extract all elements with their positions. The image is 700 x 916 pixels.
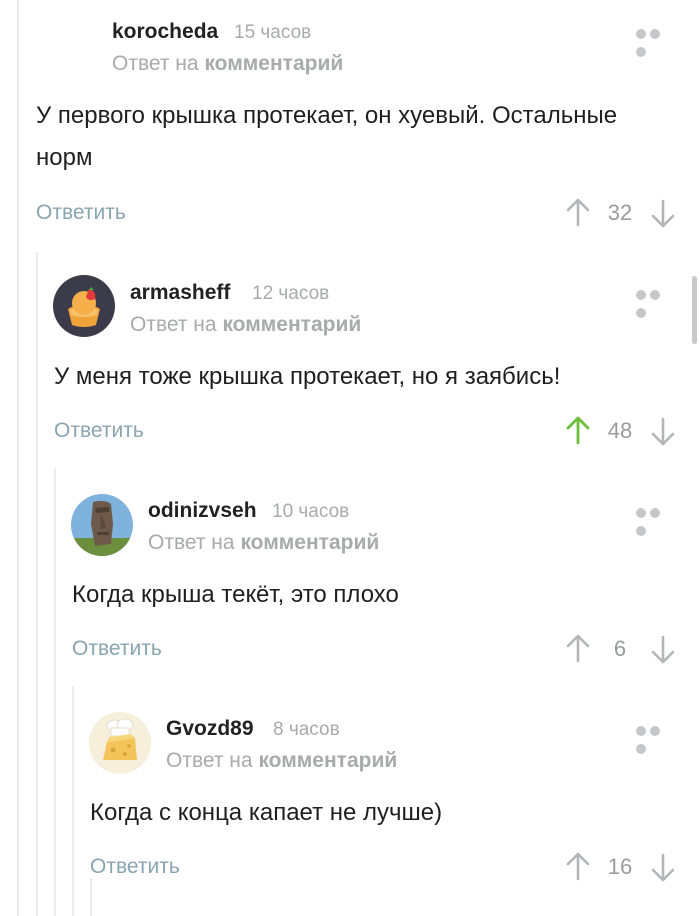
reply-to-line: Ответ на комментарий <box>166 749 397 773</box>
more-options-icon[interactable] <box>636 505 676 536</box>
comment-time: 8 часов <box>273 719 340 740</box>
scrollbar[interactable] <box>692 276 697 344</box>
comment-text: Когда крыша текёт, это плохо <box>72 581 399 608</box>
comment-username[interactable]: Gvozd89 <box>166 717 254 741</box>
comment-time: 12 часов <box>252 283 330 304</box>
downvote-icon[interactable] <box>648 635 678 665</box>
more-options-icon[interactable] <box>636 723 676 754</box>
avatar[interactable] <box>71 494 133 556</box>
avatar[interactable] <box>53 275 115 337</box>
upvote-icon[interactable] <box>563 851 593 881</box>
thread-line <box>36 252 38 916</box>
downvote-icon[interactable] <box>648 853 678 883</box>
downvote-icon[interactable] <box>648 417 678 447</box>
rating-count: 48 <box>607 418 633 443</box>
moai-statue-icon <box>71 494 133 556</box>
reply-to-prefix: Ответ на <box>130 313 217 336</box>
reply-button[interactable]: Ответить <box>72 637 162 661</box>
downvote-icon[interactable] <box>648 199 678 229</box>
reply-to-link[interactable]: комментарий <box>240 531 379 554</box>
comment-text: У первого крышка протекает, он хуевый. О… <box>36 102 618 171</box>
comment-time: 15 часов <box>234 22 312 43</box>
more-options-icon[interactable] <box>636 26 676 57</box>
reply-to-line: Ответ на комментарий <box>130 313 361 337</box>
rating-count: 32 <box>607 200 633 225</box>
rating-count: 6 <box>613 636 627 661</box>
reply-to-link[interactable]: комментарий <box>204 52 343 75</box>
reply-to-line: Ответ на комментарий <box>148 531 379 555</box>
reply-to-prefix: Ответ на <box>148 531 235 554</box>
upvote-icon[interactable] <box>563 415 593 445</box>
cheese-chef-icon <box>89 712 151 774</box>
reply-button[interactable]: Ответить <box>90 855 180 879</box>
thread-line <box>72 686 74 916</box>
comment-time: 10 часов <box>272 501 350 522</box>
cupcake-icon <box>53 275 115 337</box>
comment-username[interactable]: korocheda <box>112 20 218 44</box>
reply-to-prefix: Ответ на <box>112 52 199 75</box>
thread-line <box>17 0 19 916</box>
thread-line <box>54 468 56 916</box>
rating-count: 16 <box>607 854 633 879</box>
comment-text: У меня тоже крышка протекает, но я заяби… <box>54 363 561 390</box>
reply-to-line: Ответ на комментарий <box>112 52 343 76</box>
reply-to-link[interactable]: комментарий <box>258 749 397 772</box>
upvote-icon[interactable] <box>563 197 593 227</box>
upvote-icon[interactable] <box>563 633 593 663</box>
reply-to-link[interactable]: комментарий <box>222 313 361 336</box>
comment-username[interactable]: armasheff <box>130 281 230 305</box>
reply-button[interactable]: Ответить <box>36 201 126 225</box>
comment-username[interactable]: odinizvseh <box>148 499 257 523</box>
thread-line <box>90 878 92 916</box>
avatar[interactable] <box>89 712 151 774</box>
comment-text: Когда с конца капает не лучше) <box>90 799 443 826</box>
reply-to-prefix: Ответ на <box>166 749 253 772</box>
more-options-icon[interactable] <box>636 287 676 318</box>
reply-button[interactable]: Ответить <box>54 419 144 443</box>
